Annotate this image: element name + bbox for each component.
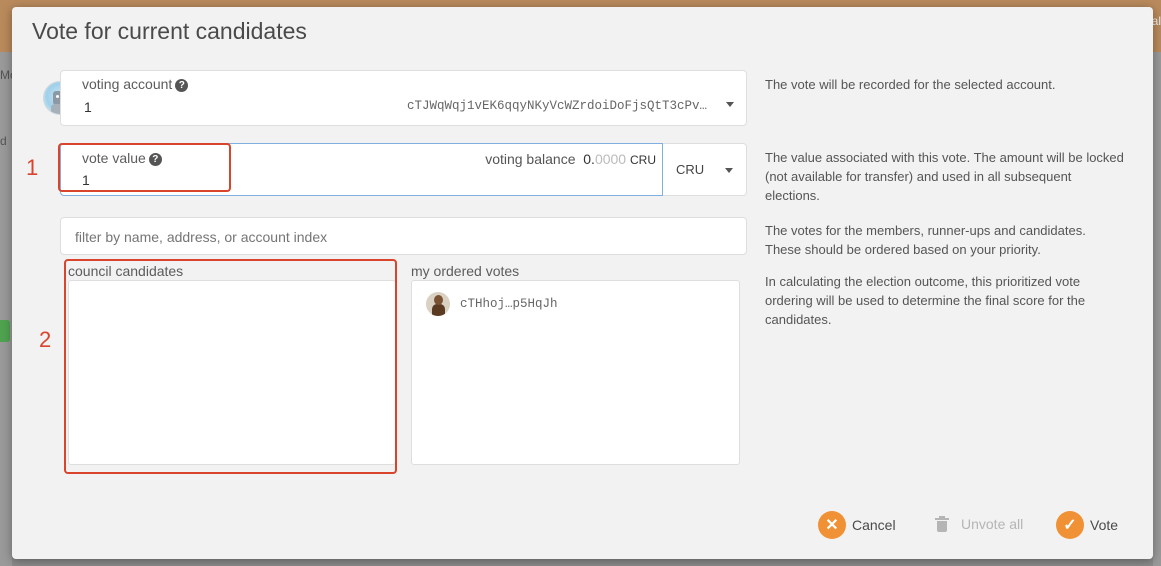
help-icon[interactable]: ? — [175, 79, 189, 92]
close-icon: ✕ — [818, 511, 846, 539]
annotation-label-2: 2 — [39, 327, 52, 352]
trash-icon — [935, 516, 949, 532]
voting-account-label: voting account? — [82, 76, 189, 92]
annotation-box-2 — [64, 259, 397, 474]
candidate-address: cTHhoj…p5HqJh — [460, 297, 558, 311]
unit-select-value: CRU — [676, 162, 705, 177]
annotation-box-1 — [58, 143, 231, 192]
unit-select[interactable]: CRU — [663, 143, 747, 196]
voting-account-address: cTJWqWqj1vEK6qqyNKyVcWZrdoiDoFjsQtT3cPv… — [407, 99, 708, 113]
backdrop-text: al — [1151, 14, 1161, 28]
backdrop-green-button — [0, 320, 10, 342]
voting-account-name: 1 — [84, 99, 92, 115]
unvote-all-button[interactable]: Unvote all — [935, 516, 1023, 532]
chevron-down-icon[interactable] — [725, 168, 733, 173]
backdrop-text: d — [0, 134, 7, 148]
cancel-button[interactable]: ✕ Cancel — [818, 511, 896, 539]
filter-input[interactable] — [75, 227, 715, 247]
voting-account-select[interactable]: voting account? 1 cTJWqWqj1vEK6qqyNKyVcW… — [60, 70, 747, 126]
app-sidebar-backdrop — [0, 52, 12, 566]
vote-button[interactable]: ✓ Vote — [1056, 511, 1118, 539]
modal-title: Vote for current candidates — [32, 18, 307, 44]
vote-value-description: The value associated with this vote. The… — [765, 150, 1124, 203]
chevron-down-icon[interactable] — [726, 102, 734, 107]
voting-balance: voting balance 0.0000 CRU — [485, 151, 656, 167]
annotation-label-1: 1 — [26, 155, 39, 180]
app-right-backdrop — [1153, 52, 1161, 566]
check-icon: ✓ — [1056, 511, 1084, 539]
list-item[interactable]: cTHhoj…p5HqJh — [426, 292, 558, 316]
voting-account-description: The vote will be recorded for the select… — [765, 77, 1056, 92]
filter-field[interactable] — [60, 217, 747, 255]
vote-modal: Vote for current candidates voting accou… — [12, 7, 1153, 559]
ordered-votes-label: my ordered votes — [411, 263, 520, 279]
candidate-avatar-icon — [426, 292, 450, 316]
filter-description: The votes for the members, runner-ups an… — [765, 223, 1086, 257]
ordered-votes-description: In calculating the election outcome, thi… — [765, 274, 1086, 327]
